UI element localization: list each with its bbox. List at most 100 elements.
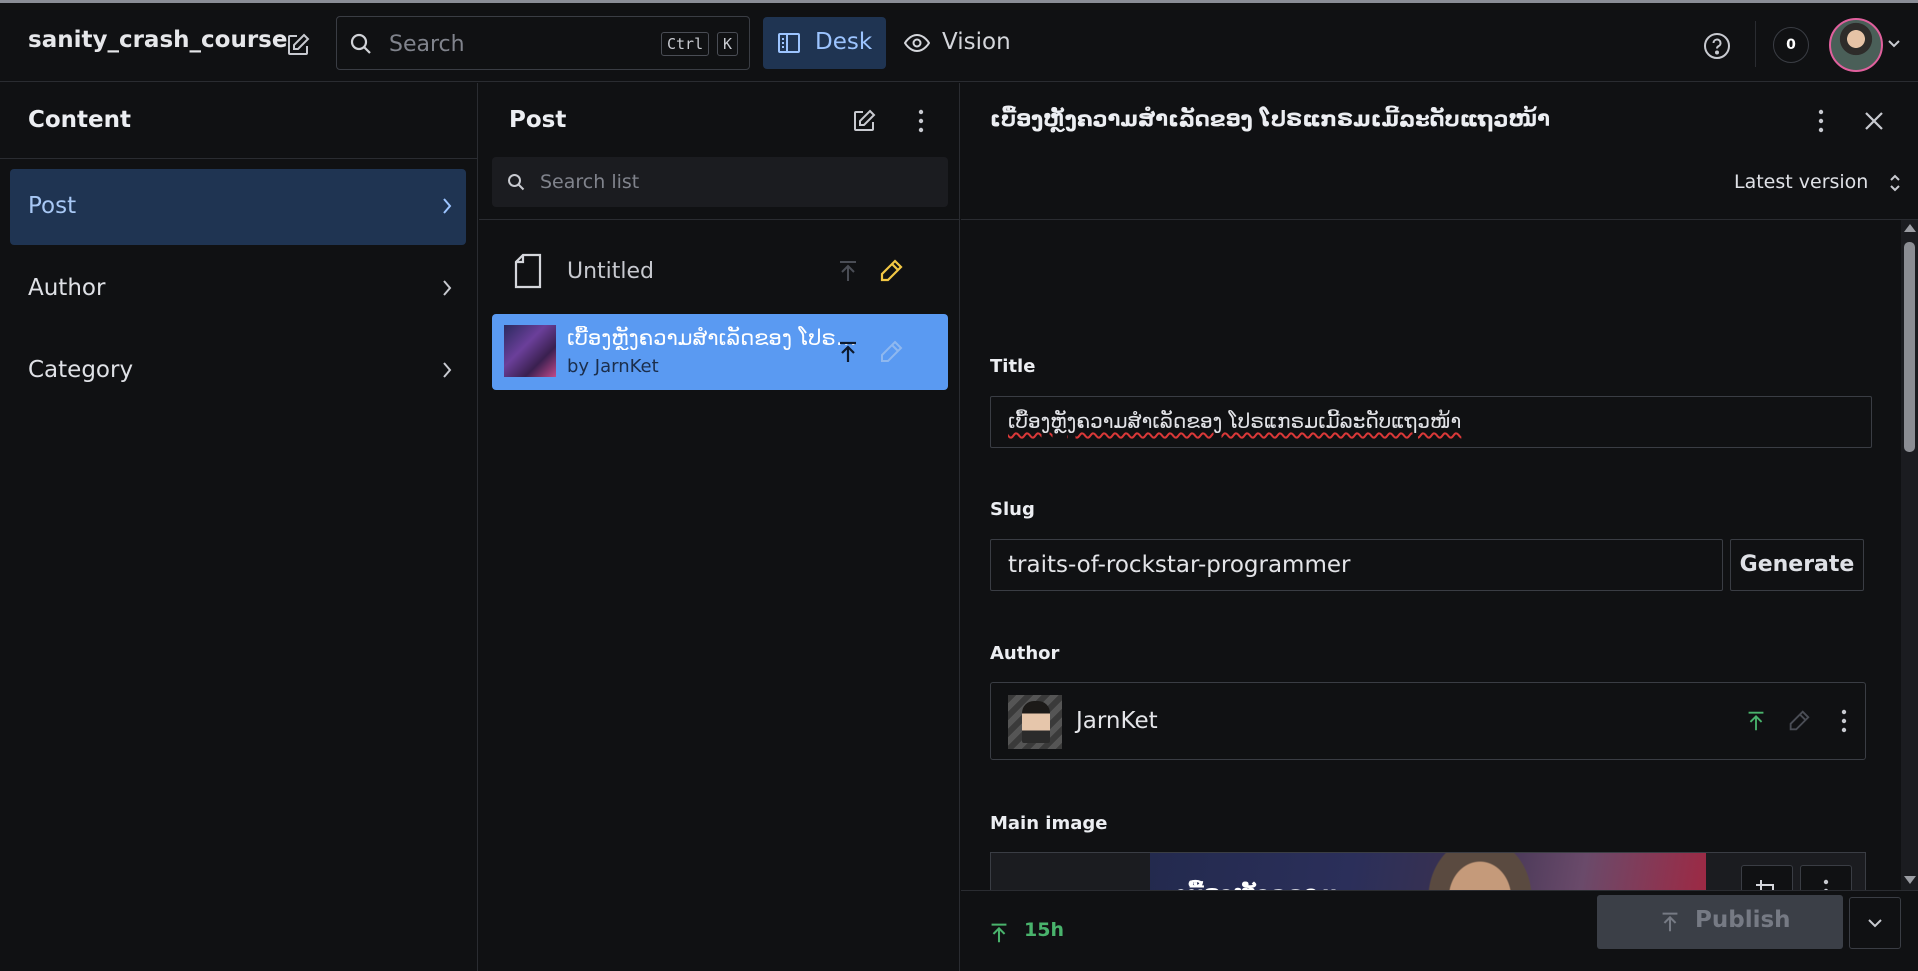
published-time: 15h	[1024, 919, 1064, 941]
image-person	[1390, 853, 1570, 890]
tool-vision-button[interactable]: Vision	[902, 17, 1025, 69]
project-name[interactable]: sanity_crash_course	[28, 27, 287, 53]
document-form: Title ເບື້ອງຫຼັງຄວາມສຳເລັດຂອງ ໂປຣແກຣມເມີ…	[961, 220, 1901, 890]
document-thumbnail	[504, 325, 556, 377]
author-name: JarnKet	[1076, 708, 1158, 734]
divider	[0, 158, 478, 159]
document-title: Untitled	[567, 259, 655, 284]
help-button[interactable]	[1700, 29, 1734, 63]
list-item[interactable]: ເບື້ອງຫຼັງຄວາມສຳເລັດຂອງ ໂປຣແກຣມເມີ້ລະດັບ…	[492, 314, 948, 390]
create-post-button[interactable]	[846, 103, 882, 139]
title-field-label: Title	[990, 356, 1036, 377]
user-menu-toggle[interactable]	[1884, 34, 1904, 54]
list-search-input[interactable]: Search list	[492, 157, 948, 207]
publish-status-icon	[1748, 711, 1764, 731]
list-item[interactable]: Untitled	[492, 233, 948, 309]
help-icon	[1704, 33, 1730, 59]
sidebar-item-label: Author	[28, 275, 106, 301]
published-status-icon	[991, 923, 1007, 943]
chevron-down-icon	[1868, 919, 1882, 928]
close-icon	[1865, 112, 1883, 130]
document-footer: 15h Publish	[961, 890, 1918, 971]
author-reference-field[interactable]: JarnKet	[990, 682, 1866, 760]
crop-icon	[1756, 880, 1774, 890]
version-label: Latest version	[1734, 171, 1869, 193]
chevron-down-icon	[1888, 40, 1900, 48]
more-vertical-icon	[1841, 709, 1847, 733]
title-input[interactable]: ເບື້ອງຫຼັງຄວາມສຳເລັດຂອງ ໂປຣແກຣມເມີ້ລະດັບ…	[990, 396, 1872, 448]
draft-status-icon	[881, 340, 903, 362]
author-menu-button[interactable]	[1829, 705, 1859, 737]
publish-label: Publish	[1695, 907, 1791, 933]
sidebar-item-category[interactable]: Category	[10, 333, 466, 409]
content-pane-title: Content	[28, 107, 132, 133]
list-search-placeholder: Search list	[540, 171, 640, 193]
publish-status-icon	[840, 261, 856, 281]
publish-status-icon	[840, 341, 856, 362]
version-select[interactable]: Latest version	[1734, 169, 1904, 199]
scrollbar-thumb[interactable]	[1904, 242, 1915, 452]
document-icon	[514, 253, 542, 289]
desk-icon	[778, 33, 800, 53]
editor-document-title: ເບື້ອງຫຼັງຄວາມສຳເລັດຂອງ ໂປຣແກຣມເມີ້ລະດັບ…	[990, 107, 1550, 131]
publish-button[interactable]: Publish	[1597, 895, 1843, 949]
image-menu-button[interactable]	[1800, 865, 1852, 890]
more-vertical-icon	[1823, 879, 1829, 890]
document-editor-pane: ເບື້ອງຫຼັງຄວາມສຳເລັດຂອງ ໂປຣແກຣມເມີ້ລະດັບ…	[961, 83, 1918, 971]
notification-badge[interactable]: 0	[1773, 27, 1809, 63]
author-avatar-face	[1022, 701, 1050, 743]
new-document-button[interactable]	[280, 27, 316, 63]
tool-desk-button[interactable]: Desk	[763, 17, 886, 69]
document-list-pane: Post Search list Untitled ເບື້ອງຫຼັງຄວາມ…	[479, 83, 960, 971]
chevron-right-icon	[443, 280, 452, 296]
draft-status-icon	[1789, 710, 1810, 731]
main-image-field[interactable]: ເບື້ອງຫຼັງຄວາມສຳເລັດ ຂອງ ໂປຣແກຣມເມີ້ ລະດ…	[990, 852, 1866, 890]
sidebar-item-post[interactable]: Post	[10, 169, 466, 245]
image-caption-text: ເບື້ອງຫຼັງຄວາມສຳເລັດ ຂອງ ໂປຣແກຣມເມີ້ ລະດ…	[1175, 879, 1405, 890]
global-search-input[interactable]: Search Ctrl K	[336, 16, 750, 70]
tool-vision-label: Vision	[942, 29, 1011, 55]
chevron-up-down-icon	[1890, 174, 1900, 192]
sidebar-item-label: Category	[28, 357, 134, 383]
compose-icon	[288, 33, 310, 55]
form-scrollbar[interactable]	[1901, 220, 1918, 890]
search-icon	[350, 33, 371, 54]
more-vertical-icon	[1818, 109, 1824, 133]
draft-status-icon	[880, 259, 903, 282]
compose-icon	[854, 109, 876, 131]
search-icon	[508, 174, 525, 191]
studio-navbar: sanity_crash_course Search Ctrl K Desk V…	[0, 3, 1918, 82]
author-field-label: Author	[990, 643, 1060, 664]
shortcut-key-k: K	[717, 32, 739, 56]
document-menu-button[interactable]	[1803, 103, 1839, 139]
content-types-pane: Content Post Author Category	[0, 83, 478, 971]
publish-icon	[1662, 912, 1678, 932]
main-image-preview: ເບື້ອງຫຼັງຄວາມສຳເລັດ ຂອງ ໂປຣແກຣມເມີ້ ລະດ…	[1150, 853, 1706, 890]
generate-slug-button[interactable]: Generate	[1730, 539, 1864, 591]
divider	[479, 219, 960, 220]
eye-icon	[904, 33, 930, 53]
more-vertical-icon	[918, 109, 924, 133]
shortcut-key-ctrl: Ctrl	[661, 32, 710, 56]
close-pane-button[interactable]	[1856, 103, 1892, 139]
publish-menu-button[interactable]	[1849, 897, 1901, 949]
chevron-right-icon	[443, 362, 452, 378]
search-placeholder: Search	[389, 32, 465, 57]
sidebar-item-author[interactable]: Author	[10, 251, 466, 327]
tool-desk-label: Desk	[815, 29, 873, 55]
slug-field-label: Slug	[990, 499, 1035, 520]
scroll-up-arrow-icon[interactable]	[1904, 224, 1916, 232]
document-subtitle: by JarnKet	[567, 356, 659, 377]
crop-image-button[interactable]	[1741, 865, 1793, 890]
list-menu-button[interactable]	[903, 103, 939, 139]
author-avatar	[1008, 695, 1062, 749]
list-pane-title: Post	[509, 107, 567, 133]
user-avatar[interactable]	[1829, 18, 1883, 72]
slug-input[interactable]: traits-of-rockstar-programmer	[990, 539, 1723, 591]
chevron-right-icon	[443, 198, 452, 214]
navbar-divider	[1755, 21, 1756, 67]
scroll-down-arrow-icon[interactable]	[1904, 876, 1916, 884]
main-image-field-label: Main image	[990, 813, 1108, 834]
sidebar-item-label: Post	[28, 193, 77, 219]
document-title: ເບື້ອງຫຼັງຄວາມສຳເລັດຂອງ ໂປຣແກຣມເມີ້ລະດັບ…	[567, 326, 857, 350]
